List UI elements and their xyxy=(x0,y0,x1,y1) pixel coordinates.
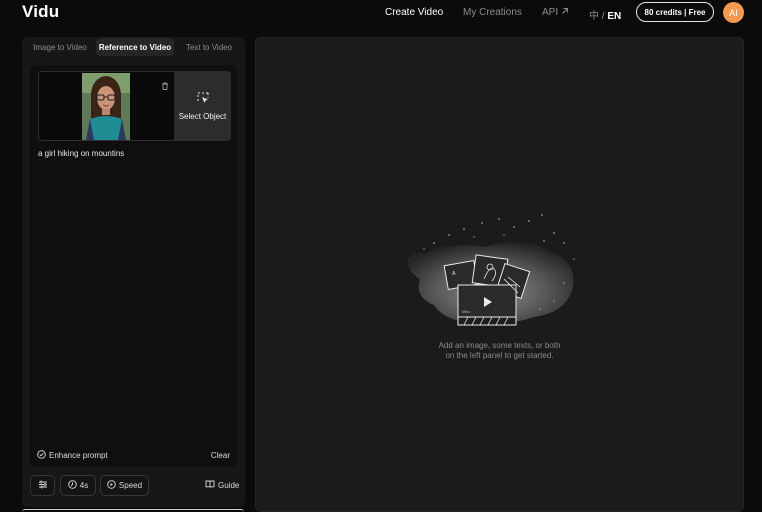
check-circle-icon xyxy=(37,450,46,461)
prompt-input[interactable]: a girl hiking on mountins xyxy=(38,149,124,158)
sliders-icon xyxy=(38,480,48,491)
app-logo[interactable]: Vidu xyxy=(22,2,59,22)
reference-upload-box[interactable]: Select Object xyxy=(38,71,231,141)
nav-api[interactable]: API xyxy=(542,7,569,18)
language-switch[interactable]: 中 / EN xyxy=(589,7,621,22)
tab-image-to-video[interactable]: Image to Video xyxy=(24,38,96,56)
user-avatar[interactable]: AI xyxy=(723,2,744,23)
reference-image[interactable] xyxy=(82,73,130,140)
book-icon xyxy=(205,480,215,490)
enhance-prompt-toggle[interactable]: Enhance prompt xyxy=(37,450,108,461)
select-object-icon xyxy=(197,91,209,109)
lang-zh: 中 / xyxy=(589,11,608,22)
svg-text:Vidu: Vidu xyxy=(462,310,470,314)
select-object-label: Select Object xyxy=(178,112,227,121)
guide-link[interactable]: Guide xyxy=(205,480,239,490)
left-panel: Image to Video Reference to Video Text t… xyxy=(22,37,245,507)
duration-button[interactable]: 4s xyxy=(60,475,96,496)
empty-state-illustration: A Vidu xyxy=(404,213,584,331)
nav-my-creations[interactable]: My Creations xyxy=(463,7,522,18)
prompt-area: Select Object a girl hiking on mountins … xyxy=(30,65,237,467)
speed-label: Speed xyxy=(118,481,143,490)
svg-text:A: A xyxy=(452,271,456,277)
tab-text-to-video[interactable]: Text to Video xyxy=(174,38,244,56)
credits-button[interactable]: 80 credits | Free xyxy=(636,2,714,22)
preview-panel: A Vidu Add an image, some texts, or both… xyxy=(255,37,744,512)
clear-button[interactable]: Clear xyxy=(211,451,230,460)
top-header: Vidu Create Video My Creations API 中 / E… xyxy=(0,0,762,28)
mode-tabs: Image to Video Reference to Video Text t… xyxy=(24,38,243,56)
lang-en: EN xyxy=(607,11,622,22)
clock-icon xyxy=(68,480,77,491)
settings-button[interactable] xyxy=(30,475,55,496)
empty-state-hint-line2: on the left panel to get started. xyxy=(445,351,554,360)
empty-state-hint-line1: Add an image, some texts, or both xyxy=(438,341,561,350)
nav-api-label: API xyxy=(542,7,559,18)
arrow-up-right-icon xyxy=(561,7,569,18)
tab-reference-to-video[interactable]: Reference to Video xyxy=(96,38,174,56)
guide-label: Guide xyxy=(218,480,240,490)
enhance-prompt-label: Enhance prompt xyxy=(49,451,108,460)
trash-icon[interactable] xyxy=(160,78,170,90)
speed-icon xyxy=(107,480,116,491)
select-object-button[interactable]: Select Object xyxy=(174,72,231,140)
nav-create-video[interactable]: Create Video xyxy=(385,7,443,18)
duration-label: 4s xyxy=(79,481,89,490)
speed-button[interactable]: Speed xyxy=(100,475,149,496)
